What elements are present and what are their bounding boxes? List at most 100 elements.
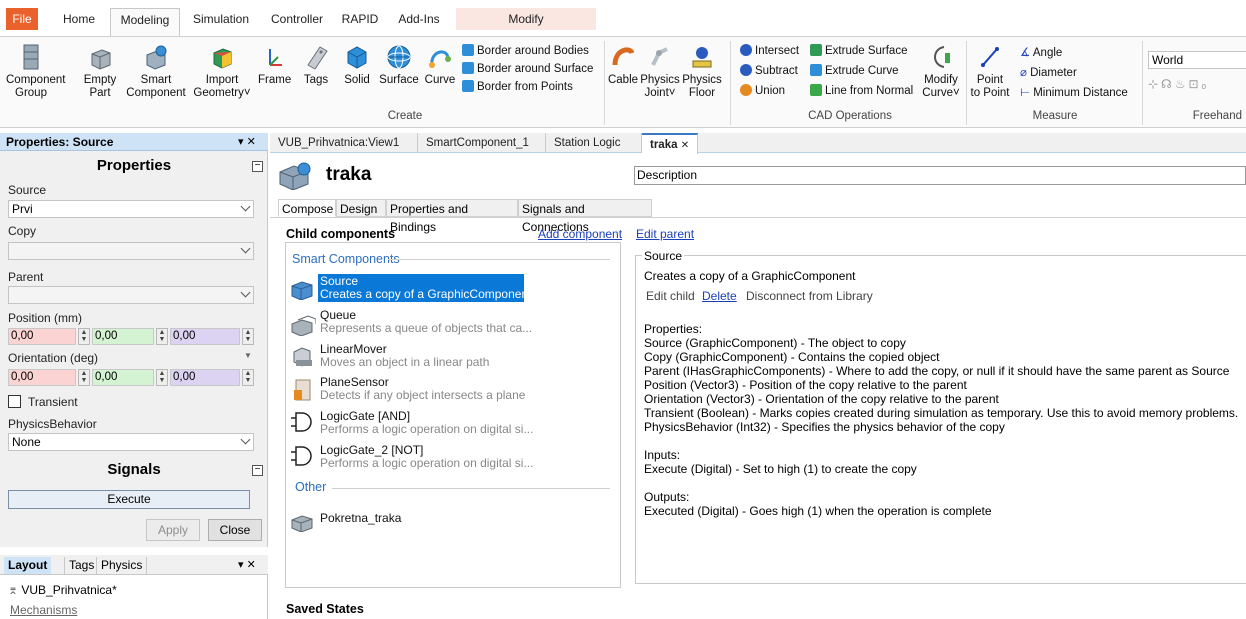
- chevron-down-icon: ˅: [952, 87, 960, 99]
- diameter-button[interactable]: ⌀ Diameter: [1020, 65, 1077, 82]
- tab-controller[interactable]: Controller: [266, 8, 328, 30]
- doc-tab-view1[interactable]: VUB_Prihvatnica:View1: [270, 133, 418, 153]
- border-around-surface-button[interactable]: Border around Surface: [462, 61, 593, 78]
- tab-physics[interactable]: Physics: [96, 557, 148, 574]
- transient-checkbox[interactable]: [8, 395, 21, 408]
- physics-behavior-select[interactable]: None: [8, 433, 254, 451]
- tab-simulation[interactable]: Simulation: [188, 8, 254, 30]
- doc-tab-smartcomponent[interactable]: SmartComponent_1: [418, 133, 546, 153]
- source-component-icon: [291, 281, 313, 300]
- orientation-dropdown-icon[interactable]: ▼: [244, 351, 252, 360]
- station-tree-item[interactable]: ⌆ VUB_Prihvatnica*: [8, 583, 117, 597]
- tab-add-ins[interactable]: Add-Ins: [394, 8, 444, 30]
- delete-link[interactable]: Delete: [702, 289, 737, 303]
- source-select[interactable]: Prvi: [8, 200, 254, 218]
- union-button[interactable]: Union: [740, 83, 785, 100]
- tab-design[interactable]: Design: [336, 199, 386, 217]
- disconnect-library-link[interactable]: Disconnect from Library: [746, 289, 873, 303]
- tab-tags[interactable]: Tags: [64, 557, 98, 574]
- list-item-desc[interactable]: Creates a copy of a GraphicComponent: [320, 288, 531, 301]
- list-item-title[interactable]: Pokretna_traka: [320, 512, 401, 525]
- tab-file[interactable]: File: [6, 8, 38, 30]
- component-title: traka: [326, 164, 372, 185]
- orientation-y-input[interactable]: 0,00: [92, 369, 154, 386]
- execute-button[interactable]: Execute: [8, 490, 250, 509]
- orientation-y-spinner[interactable]: ▲ ▼: [156, 369, 168, 386]
- list-item-desc[interactable]: Detects if any object intersects a plane: [320, 389, 525, 402]
- doc-tab-station-logic[interactable]: Station Logic: [546, 133, 642, 153]
- tab-modeling[interactable]: Modeling: [110, 8, 180, 36]
- copy-select[interactable]: [8, 242, 254, 260]
- mechanisms-tree-item[interactable]: Mechanisms: [10, 603, 77, 617]
- smart-component-button[interactable]: Smart Component: [124, 43, 188, 100]
- angle-button[interactable]: ∡ Angle: [1020, 45, 1062, 62]
- tab-signals-connections[interactable]: Signals and Connections: [518, 199, 652, 234]
- orientation-z-spinner[interactable]: ▲ ▼: [242, 369, 254, 386]
- tab-compose[interactable]: Compose: [278, 199, 336, 217]
- component-group-button[interactable]: Component Group: [6, 43, 65, 100]
- edit-parent-link[interactable]: Edit parent: [636, 227, 694, 241]
- copy-label: Copy: [8, 224, 37, 238]
- surface-button[interactable]: Surface: [376, 43, 422, 87]
- line-from-normal-icon: [810, 84, 822, 96]
- border-from-points-button[interactable]: Border from Points: [462, 79, 573, 96]
- position-x-spinner[interactable]: ▲ ▼: [78, 328, 90, 345]
- frame-button[interactable]: Frame: [258, 43, 291, 87]
- point-to-point-button[interactable]: Point to Point: [968, 43, 1012, 100]
- physics-floor-button[interactable]: Physics Floor: [682, 43, 722, 100]
- extrude-surface-button[interactable]: Extrude Surface: [810, 43, 907, 60]
- close-button[interactable]: Close: [208, 519, 262, 541]
- add-component-link[interactable]: Add component: [538, 227, 622, 241]
- border-surface-icon: [462, 62, 474, 74]
- tags-button[interactable]: Tags: [296, 43, 336, 87]
- list-item-desc[interactable]: Moves an object in a linear path: [320, 356, 489, 369]
- orientation-z-input[interactable]: 0,00: [170, 369, 240, 386]
- physics-joint-icon: [651, 47, 668, 66]
- intersect-button[interactable]: Intersect: [740, 43, 799, 60]
- list-item-desc[interactable]: Represents a queue of objects that ca...: [320, 322, 532, 335]
- extrude-curve-button[interactable]: Extrude Curve: [810, 63, 899, 80]
- modify-curve-button[interactable]: Modify Curve˅: [920, 43, 962, 100]
- panel-pin-close-icon[interactable]: ▾ ✕: [238, 558, 256, 571]
- position-y-input[interactable]: 0,00: [92, 328, 154, 345]
- tab-home[interactable]: Home: [58, 8, 100, 30]
- smart-components-group-label: Smart Components: [292, 252, 404, 266]
- description-input[interactable]: Description: [634, 166, 1246, 185]
- orientation-x-input[interactable]: 0,00: [8, 369, 76, 386]
- saved-states-header: Saved States: [286, 602, 364, 616]
- orientation-x-spinner[interactable]: ▲ ▼: [78, 369, 90, 386]
- border-around-bodies-button[interactable]: Border around Bodies: [462, 43, 589, 60]
- position-x-input[interactable]: 0,00: [8, 328, 76, 345]
- position-y-spinner[interactable]: ▲ ▼: [156, 328, 168, 345]
- solid-button[interactable]: Solid: [340, 43, 374, 87]
- apply-button[interactable]: Apply: [146, 519, 200, 541]
- parent-select[interactable]: [8, 286, 254, 304]
- tab-rapid[interactable]: RAPID: [340, 8, 380, 30]
- modify-curve-icon: [934, 46, 950, 68]
- empty-part-button[interactable]: Empty Part: [80, 43, 120, 100]
- point-to-point-icon: [981, 47, 999, 67]
- close-icon[interactable]: ✕: [681, 140, 689, 151]
- position-z-input[interactable]: 0,00: [170, 328, 240, 345]
- panel-pin-close-icon[interactable]: ▾ ✕: [238, 135, 256, 148]
- tab-properties-bindings[interactable]: Properties and Bindings: [386, 199, 518, 234]
- physics-behavior-label: PhysicsBehavior: [8, 417, 97, 431]
- doc-tab-traka[interactable]: traka ✕: [642, 133, 698, 154]
- line-from-normal-button[interactable]: Line from Normal: [810, 83, 913, 100]
- cable-button[interactable]: Cable: [606, 43, 640, 87]
- collapse-signals-icon[interactable]: −: [252, 465, 263, 476]
- list-item-desc[interactable]: Performs a logic operation on digital si…: [320, 457, 533, 470]
- physics-joint-button[interactable]: Physics Joint˅: [640, 43, 680, 100]
- tab-layout[interactable]: Layout: [4, 557, 52, 574]
- tab-modify[interactable]: Modify: [456, 8, 596, 30]
- import-geometry-button[interactable]: Import Geometry˅: [192, 43, 252, 100]
- edit-child-link[interactable]: Edit child: [646, 289, 695, 303]
- subtract-button[interactable]: Subtract: [740, 63, 798, 80]
- position-z-spinner[interactable]: ▲ ▼: [242, 328, 254, 345]
- list-item-desc[interactable]: Performs a logic operation on digital si…: [320, 423, 533, 436]
- minimum-distance-button[interactable]: ⊢ Minimum Distance: [1020, 85, 1128, 102]
- reference-frame-select[interactable]: World: [1148, 51, 1246, 69]
- freehand-tools-icon[interactable]: ⊹☊♨⊡ₒ: [1148, 77, 1209, 91]
- collapse-properties-icon[interactable]: −: [252, 161, 263, 172]
- curve-button[interactable]: Curve: [422, 43, 458, 87]
